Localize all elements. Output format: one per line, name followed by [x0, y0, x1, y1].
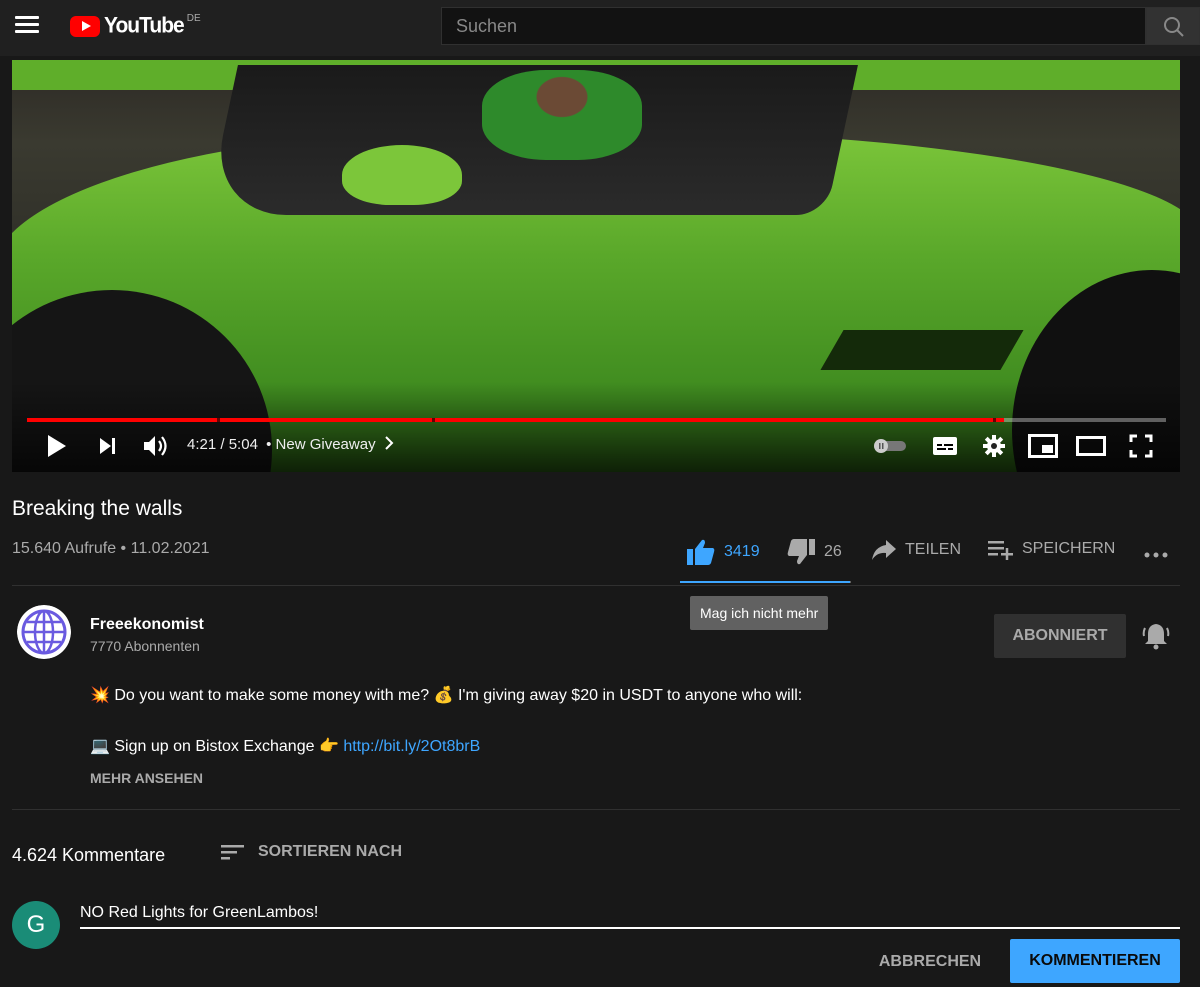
autoplay-toggle[interactable]	[870, 428, 910, 464]
more-horizontal-icon	[1144, 552, 1168, 558]
notification-bell-button[interactable]	[1140, 620, 1172, 652]
progress-played	[27, 418, 1005, 422]
youtube-play-icon	[70, 15, 100, 37]
volume-icon	[144, 436, 167, 456]
chapter-marker	[217, 418, 220, 422]
progress-bar[interactable]	[27, 418, 1166, 422]
share-icon	[872, 540, 896, 560]
description-link[interactable]: http://bit.ly/2Ot8brB	[343, 738, 480, 755]
like-count: 3419	[724, 543, 760, 560]
fullscreen-button[interactable]	[1124, 428, 1158, 464]
save-button[interactable]: SPEICHERN	[986, 538, 1115, 560]
theater-icon	[1076, 436, 1106, 456]
top-bar: YouTube DE	[0, 0, 1200, 56]
video-title: Breaking the walls	[12, 497, 183, 520]
subtitles-icon	[933, 437, 957, 455]
sort-icon	[221, 845, 244, 860]
fullscreen-icon	[1129, 434, 1153, 458]
video-frame-driver	[482, 70, 642, 160]
divider	[12, 585, 1180, 586]
view-count: 15.640 Aufrufe	[12, 540, 117, 557]
chapter-marker	[432, 418, 435, 422]
thumbs-up-icon	[687, 539, 715, 565]
share-label: TEILEN	[905, 541, 962, 558]
dislike-tooltip: Mag ich nicht mehr	[690, 596, 829, 630]
like-ratio-fill	[680, 581, 850, 583]
thumbs-down-icon	[787, 539, 815, 565]
comment-submit-button[interactable]: KOMMENTIEREN	[1010, 939, 1180, 983]
comment-count: 4.624 Kommentare	[12, 845, 166, 865]
region-code: DE	[186, 12, 201, 24]
autoplay-icon	[874, 439, 906, 453]
cancel-button[interactable]: ABBRECHEN	[870, 942, 990, 982]
chevron-right-icon[interactable]	[384, 436, 394, 450]
like-button[interactable]: 3419	[686, 538, 760, 566]
more-actions-button[interactable]	[1143, 538, 1169, 564]
subscriber-count: 7770 Abonnenten	[90, 638, 200, 654]
channel-name[interactable]: Freeekonomist	[90, 616, 204, 634]
user-avatar: G	[12, 901, 60, 949]
search-icon	[1164, 17, 1184, 37]
video-meta: 15.640 Aufrufe • 11.02.2021	[12, 540, 210, 558]
sort-label: SORTIEREN NACH	[258, 843, 403, 860]
upload-date: 11.02.2021	[130, 540, 210, 557]
gear-icon	[983, 435, 1005, 457]
subtitles-button[interactable]	[928, 428, 962, 464]
video-frame-intake	[820, 330, 1024, 370]
add-to-playlist-icon	[988, 541, 1013, 560]
bell-icon	[1142, 624, 1170, 650]
current-time: 4:21	[187, 436, 217, 453]
description-line: 💻 Sign up on Bistox Exchange 👉 http://bi…	[90, 736, 480, 756]
next-button[interactable]	[92, 428, 124, 464]
channel-avatar[interactable]	[17, 605, 71, 659]
video-frame-mirror	[342, 145, 462, 205]
description-line: 💥 Do you want to make some money with me…	[90, 687, 803, 704]
search-box	[441, 7, 1146, 45]
dislike-count: 26	[824, 543, 842, 560]
divider	[12, 809, 1180, 810]
chapter-dot: •	[266, 436, 272, 453]
video-player[interactable]: 4:21 / 5:04 • New Giveaway	[12, 60, 1180, 472]
time-display: 4:21 / 5:04 • New Giveaway	[187, 436, 394, 453]
next-icon	[100, 438, 115, 454]
chapter-title[interactable]: New Giveaway	[276, 436, 376, 453]
save-label: SPEICHERN	[1022, 540, 1116, 557]
theater-mode-button[interactable]	[1074, 428, 1108, 464]
share-button[interactable]: TEILEN	[870, 538, 961, 562]
miniplayer-icon	[1028, 434, 1058, 458]
search-button[interactable]	[1146, 7, 1200, 45]
chapter-marker	[993, 418, 996, 422]
comment-input[interactable]	[80, 899, 1180, 929]
play-button[interactable]	[40, 428, 72, 464]
sort-button[interactable]: SORTIEREN NACH	[220, 842, 402, 862]
miniplayer-button[interactable]	[1026, 428, 1060, 464]
meta-separator: •	[120, 540, 127, 557]
dislike-button[interactable]: 26	[786, 538, 842, 566]
volume-button[interactable]	[140, 428, 172, 464]
description-text: 💻 Sign up on Bistox Exchange 👉	[90, 738, 344, 755]
duration: 5:04	[228, 436, 258, 453]
youtube-logo[interactable]: YouTube DE	[70, 12, 201, 40]
menu-icon[interactable]	[15, 16, 39, 36]
show-more-button[interactable]: MEHR ANSEHEN	[90, 770, 203, 786]
subscribe-button[interactable]: ABONNIERT	[994, 614, 1126, 658]
like-ratio-bar	[680, 581, 851, 583]
search-input[interactable]	[442, 8, 1145, 44]
settings-button[interactable]	[978, 428, 1010, 464]
brand-name: YouTube	[104, 13, 185, 38]
play-icon	[48, 435, 66, 457]
time-separator: /	[220, 436, 225, 453]
